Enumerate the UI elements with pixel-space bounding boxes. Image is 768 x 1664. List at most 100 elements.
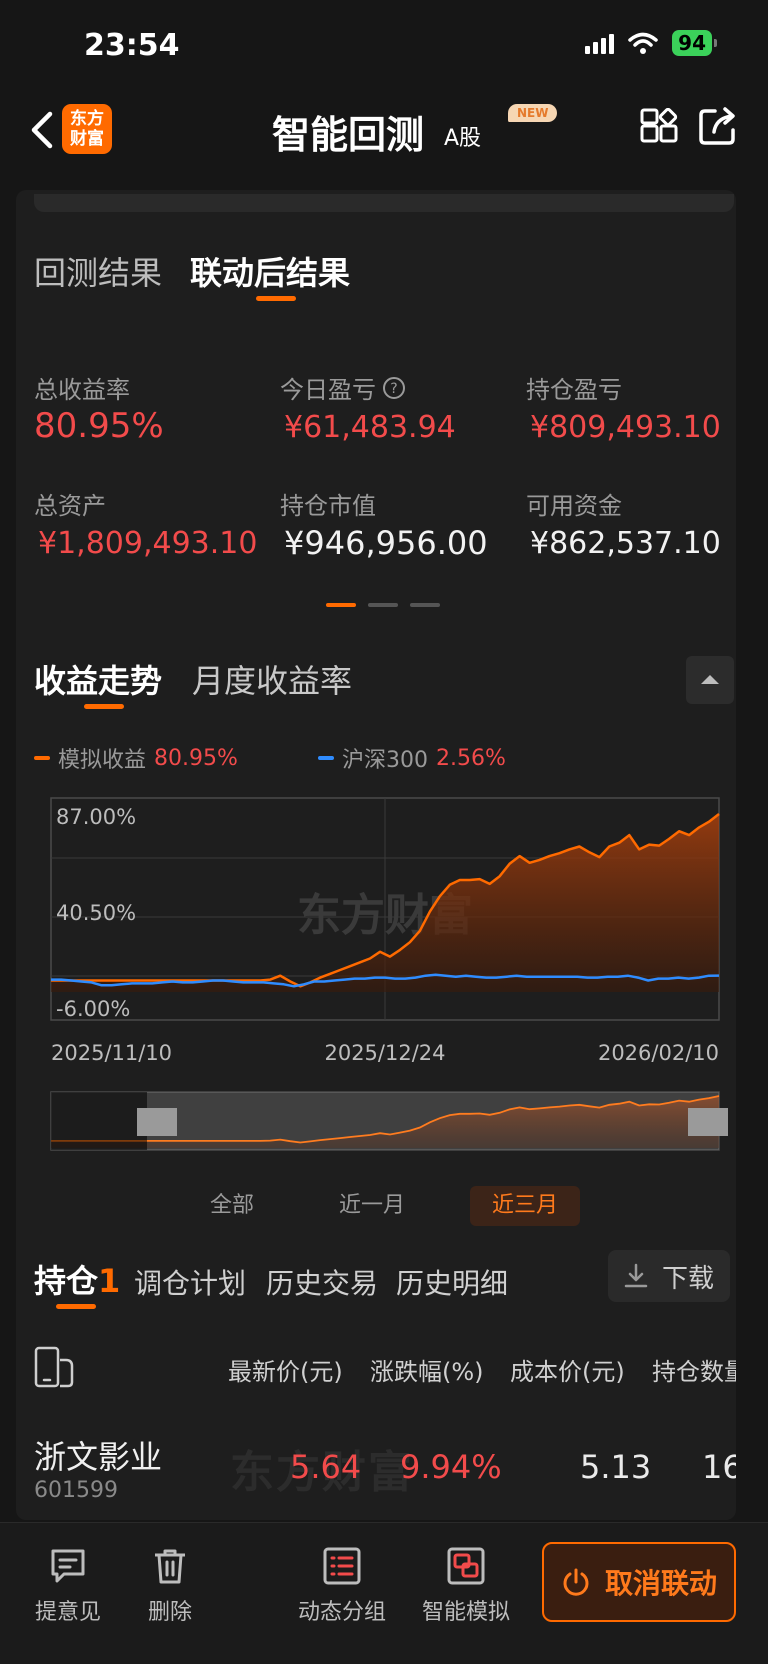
range-all-button[interactable]: 全部 xyxy=(196,1186,268,1226)
legend-strategy: 模拟收益 80.95% xyxy=(34,742,238,774)
stock-price: 5.64 xyxy=(290,1448,362,1486)
stock-change: 9.94% xyxy=(400,1448,502,1486)
metric-label-available-cash: 可用资金 xyxy=(526,492,622,520)
tab-return-trend[interactable]: 收益走势 xyxy=(34,656,162,702)
feedback-icon xyxy=(51,1549,85,1583)
return-trend-chart: 东方财富 87.00% 40.50% -6.00% 2025/11/10 202… xyxy=(50,797,728,1151)
signal-icon xyxy=(585,32,615,54)
download-button[interactable]: 下载 xyxy=(608,1250,730,1302)
tab-history-detail[interactable]: 历史明细 xyxy=(396,1262,508,1302)
delete-label: 删除 xyxy=(147,1600,192,1625)
help-icon[interactable]: ? xyxy=(382,376,406,400)
svg-text:?: ? xyxy=(390,381,397,397)
navigator-window[interactable] xyxy=(147,1092,719,1150)
navigator-handle-right[interactable] xyxy=(688,1108,728,1136)
status-icons: 94 xyxy=(585,30,717,56)
new-badge: NEW xyxy=(508,104,558,122)
tab-holdings-label: 持仓 xyxy=(34,1262,99,1300)
range-1m-button[interactable]: 近一月 xyxy=(326,1186,418,1226)
feedback-label: 提意见 xyxy=(34,1600,101,1625)
tab-rebalance-plan[interactable]: 调仓计划 xyxy=(134,1262,246,1302)
feedback-button[interactable]: 提意见 xyxy=(18,1546,118,1626)
sim-icon xyxy=(447,1547,485,1585)
metric-value-today-pnl: ¥61,483.94 xyxy=(284,410,456,445)
metric-value-market-value: ¥946,956.00 xyxy=(284,524,488,562)
logo-text-2: 财富 xyxy=(70,129,104,149)
cancel-linkage-label: 取消联动 xyxy=(604,1567,717,1600)
logo-text-1: 东方 xyxy=(70,109,104,129)
collapse-button[interactable] xyxy=(686,656,734,704)
metric-label-today-pnl: 今日盈亏 xyxy=(280,376,376,404)
col-header-price[interactable]: 最新价(元) xyxy=(228,1352,343,1387)
tab-trade-history[interactable]: 历史交易 xyxy=(266,1262,378,1302)
tab-backtest-result[interactable]: 回测结果 xyxy=(34,248,162,294)
page-dot xyxy=(368,603,398,607)
stock-name: 浙文影业 xyxy=(34,1438,163,1476)
legend-swatch-index xyxy=(318,756,334,760)
share-icon[interactable] xyxy=(698,106,738,146)
metric-value-total-assets: ¥1,809,493.10 xyxy=(38,526,258,561)
y-tick-label: -6.00% xyxy=(56,997,130,1021)
tab-linked-result[interactable]: 联动后结果 xyxy=(190,248,350,294)
delete-button[interactable]: 删除 xyxy=(120,1546,220,1626)
dynamic-group-label: 动态分组 xyxy=(297,1600,386,1625)
range-3m-button[interactable]: 近三月 xyxy=(470,1186,580,1226)
smart-sim-button[interactable]: 智能模拟 xyxy=(416,1546,516,1626)
holdings-tab-indicator xyxy=(56,1304,96,1309)
legend-value-index: 2.56% xyxy=(436,745,506,771)
active-section-indicator xyxy=(84,704,124,709)
status-time: 23:54 xyxy=(84,28,180,63)
y-tick-label: 87.00% xyxy=(56,805,136,829)
download-icon xyxy=(624,1263,648,1288)
metric-value-position-pnl: ¥809,493.10 xyxy=(530,410,721,445)
download-label: 下载 xyxy=(662,1263,715,1294)
stock-code: 601599 xyxy=(34,1478,118,1503)
col-header-cost[interactable]: 成本价(元) xyxy=(510,1352,625,1387)
col-header-change[interactable]: 涨跌幅(%) xyxy=(370,1352,484,1387)
trash-icon xyxy=(155,1549,185,1584)
page-dot-active xyxy=(326,603,356,607)
power-icon xyxy=(563,1568,589,1596)
active-tab-indicator xyxy=(256,296,296,301)
x-tick-label: 2025/11/10 xyxy=(51,1041,172,1065)
list-icon xyxy=(323,1547,361,1585)
legend-name-strategy: 模拟收益 xyxy=(58,748,147,773)
col-header-qty-clip: 持仓数量 xyxy=(652,1352,736,1387)
y-tick-label: 40.50% xyxy=(56,901,136,925)
col-header-qty[interactable]: 持仓数量 xyxy=(652,1358,736,1386)
caret-up-icon xyxy=(701,675,719,684)
card-top-strip xyxy=(34,194,734,212)
stock-cost: 5.13 xyxy=(580,1448,652,1486)
back-arrow-icon[interactable] xyxy=(24,108,60,152)
navigator-handle-left[interactable] xyxy=(137,1108,177,1136)
page-dot xyxy=(410,603,440,607)
page-indicator xyxy=(326,603,440,607)
tab-monthly-return[interactable]: 月度收益率 xyxy=(192,656,352,702)
metric-label-total-return: 总收益率 xyxy=(34,376,130,404)
page-title: 智能回测 xyxy=(272,113,425,157)
legend-swatch-strategy xyxy=(34,756,50,760)
dynamic-group-button[interactable]: 动态分组 xyxy=(292,1546,392,1626)
x-tick-label: 2025/12/24 xyxy=(324,1041,445,1065)
app-logo: 东方 财富 xyxy=(62,104,112,154)
legend-name-index: 沪深300 xyxy=(342,748,428,773)
legend-value-strategy: 80.95% xyxy=(154,745,238,771)
x-tick-label: 2026/02/10 xyxy=(598,1041,719,1065)
battery-indicator: 94 xyxy=(672,30,717,56)
metric-value-available-cash: ¥862,537.10 xyxy=(530,526,721,561)
holdings-count: 1 xyxy=(98,1262,121,1300)
grid-menu-icon[interactable] xyxy=(640,108,678,146)
tab-holdings[interactable]: 持仓1 xyxy=(34,1256,120,1302)
metric-label-market-value: 持仓市值 xyxy=(280,492,376,520)
cancel-linkage-button[interactable]: 取消联动 xyxy=(542,1542,736,1622)
navigator-mask xyxy=(51,1092,147,1150)
page-subtitle: A股 xyxy=(444,126,482,151)
legend-index: 沪深300 2.56% xyxy=(318,742,506,774)
metric-value-total-return: 80.95% xyxy=(34,406,164,446)
wifi-icon xyxy=(628,32,658,54)
metric-today-pnl-label-row: 今日盈亏 ? xyxy=(280,370,406,405)
metric-label-total-assets: 总资产 xyxy=(34,492,106,520)
switch-layout-icon[interactable] xyxy=(34,1346,82,1388)
stock-qty: 167 xyxy=(702,1448,736,1486)
metric-label-position-pnl: 持仓盈亏 xyxy=(526,376,622,404)
